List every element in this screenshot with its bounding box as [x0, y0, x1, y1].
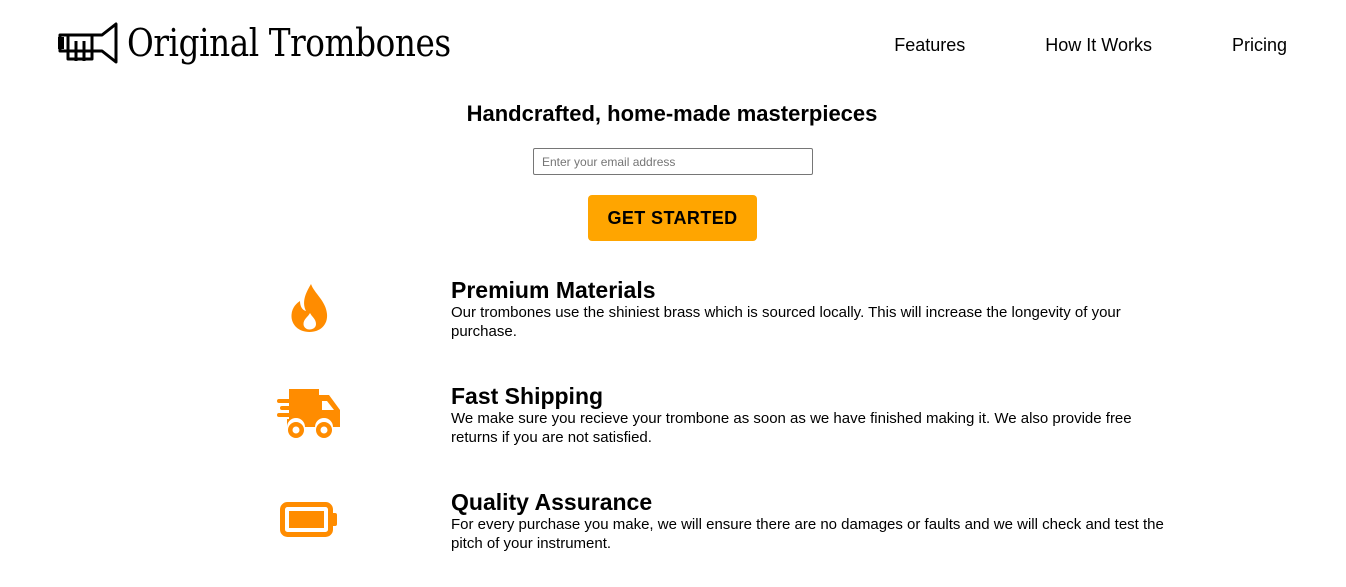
nav-link-pricing[interactable]: Pricing — [1232, 34, 1287, 56]
brand-name: Original Trombones — [127, 21, 451, 65]
fire-icon — [291, 284, 328, 332]
feature-description: We make sure you recieve your trombone a… — [451, 410, 1132, 446]
feature-title: Premium Materials — [451, 277, 656, 303]
site-header: Original Trombones Features How It Works… — [0, 0, 1346, 90]
battery-full-icon — [280, 502, 337, 537]
feature-title: Quality Assurance — [451, 489, 653, 515]
shipping-truck-icon — [277, 389, 340, 438]
logo[interactable]: Original Trombones — [58, 18, 503, 68]
email-input[interactable] — [533, 148, 813, 175]
nav-link-features[interactable]: Features — [894, 34, 965, 56]
hero-title-text: Handcrafted, home-made masterpieces — [466, 101, 878, 126]
hero-title: Handcrafted, home-made masterpieces — [0, 99, 1346, 129]
feature-title: Fast Shipping — [451, 383, 604, 409]
trumpet-icon — [58, 22, 118, 64]
get-started-button[interactable]: GET STARTED — [588, 195, 757, 241]
main-nav: Features How It Works Pricing — [894, 34, 1287, 56]
feature-description: For every purchase you make, we will ens… — [451, 516, 1164, 552]
feature-description: Our trombones use the shiniest brass whi… — [451, 304, 1121, 340]
nav-link-how-it-works[interactable]: How It Works — [1045, 34, 1152, 56]
